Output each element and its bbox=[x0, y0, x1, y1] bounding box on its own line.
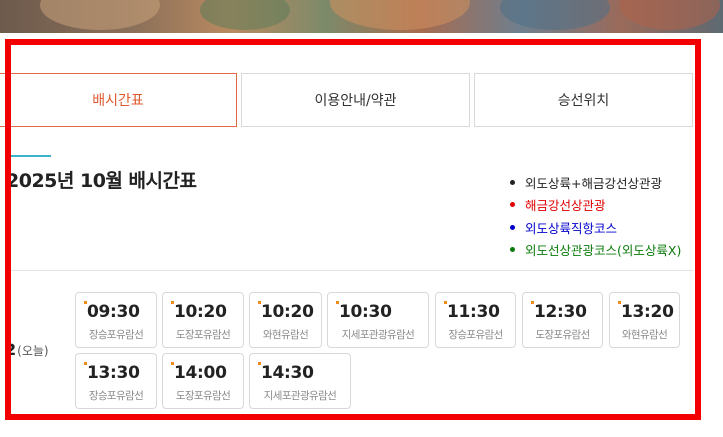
time-slot[interactable]: 14:00 도장포유람선 bbox=[162, 353, 244, 409]
time-slot[interactable]: 10:20 와현유람선 bbox=[249, 292, 322, 348]
time-slot[interactable]: 11:30 장승포유람선 bbox=[435, 292, 516, 348]
slot-time: 14:00 bbox=[174, 363, 227, 383]
header-banner-image bbox=[0, 0, 723, 33]
slot-route: 도장포유람선 bbox=[535, 329, 590, 341]
time-slot[interactable]: 12:30 도장포유람선 bbox=[522, 292, 603, 348]
legend-label: 외도상륙직항코스 bbox=[525, 220, 618, 236]
tab-schedule[interactable]: 배시간표 bbox=[0, 73, 237, 127]
slot-time: 10:20 bbox=[261, 302, 314, 322]
tab-usage-terms-label: 이용안내/약관 bbox=[314, 93, 397, 109]
tab-usage-terms[interactable]: 이용안내/약관 bbox=[241, 73, 470, 127]
section-divider bbox=[8, 270, 694, 271]
tab-boarding-location[interactable]: 승선위치 bbox=[474, 73, 693, 127]
time-slot[interactable]: 13:30 장승포유람선 bbox=[75, 353, 157, 409]
slot-route: 도장포유람선 bbox=[175, 390, 231, 402]
legend-dot bbox=[510, 202, 515, 208]
today-tag: (오늘) bbox=[17, 344, 49, 358]
day-number: 2 bbox=[5, 340, 17, 359]
legend-label: 해금강선상관광 bbox=[525, 198, 606, 214]
tab-schedule-label: 배시간표 bbox=[92, 93, 144, 109]
day-label: 2 (오늘) bbox=[5, 340, 49, 359]
slot-time: 09:30 bbox=[87, 302, 140, 322]
legend-item: 외도상륙직항코스 bbox=[510, 216, 681, 239]
time-slot[interactable]: 14:30 지세포관광유람선 bbox=[249, 353, 351, 409]
slot-time: 14:30 bbox=[261, 363, 314, 383]
slot-route: 지세포관광유람선 bbox=[341, 329, 415, 341]
slot-route: 장승포유람선 bbox=[88, 329, 144, 341]
legend-label: 외도상륙+해금강선상관광 bbox=[525, 175, 662, 191]
slot-route: 도장포유람선 bbox=[175, 329, 231, 341]
time-slot[interactable]: 10:20 도장포유람선 bbox=[162, 292, 244, 348]
slot-route: 장승포유람선 bbox=[88, 390, 144, 402]
slot-route: 장승포유람선 bbox=[448, 329, 503, 341]
title-accent-line bbox=[8, 155, 51, 157]
time-slot[interactable]: 09:30 장승포유람선 bbox=[75, 292, 157, 348]
legend-item: 해금강선상관광 bbox=[510, 194, 681, 217]
legend-item: 외도상륙+해금강선상관광 bbox=[510, 171, 681, 194]
slot-time: 11:30 bbox=[447, 302, 500, 322]
legend-dot bbox=[510, 224, 515, 230]
legend-dot bbox=[510, 247, 515, 253]
time-slot[interactable]: 13:20 와현유람선 bbox=[609, 292, 680, 348]
time-slot[interactable]: 10:30 지세포관광유람선 bbox=[327, 292, 429, 348]
slot-route: 와현유람선 bbox=[262, 329, 309, 341]
slot-time: 10:30 bbox=[339, 302, 392, 322]
page: 배시간표 이용안내/약관 승선위치 2025년 10월 배시간표 외도상륙+해금… bbox=[0, 0, 723, 437]
page-title: 2025년 10월 배시간표 bbox=[6, 170, 197, 192]
slot-time: 12:30 bbox=[534, 302, 587, 322]
legend-item: 외도선상관광코스(외도상륙X) bbox=[510, 239, 681, 262]
legend-label: 외도선상관광코스(외도상륙X) bbox=[525, 243, 682, 259]
tab-boarding-location-label: 승선위치 bbox=[557, 93, 610, 109]
slot-time: 13:20 bbox=[621, 302, 674, 322]
slot-route: 와현유람선 bbox=[621, 329, 668, 341]
slot-route: 지세포관광유람선 bbox=[263, 390, 337, 402]
slot-time: 10:20 bbox=[174, 302, 227, 322]
slot-time: 13:30 bbox=[87, 363, 140, 383]
course-legend: 외도상륙+해금강선상관광 해금강선상관광 외도상륙직항코스 외도선상관광코스(외… bbox=[510, 171, 681, 261]
legend-dot bbox=[510, 179, 515, 185]
